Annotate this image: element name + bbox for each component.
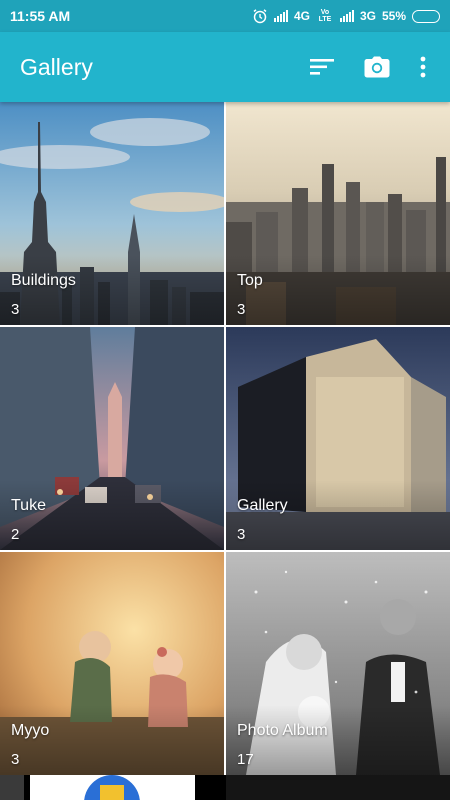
album-tile-myyo[interactable]: Myyo 3 bbox=[0, 552, 224, 775]
album-count: 3 bbox=[11, 301, 20, 318]
page-title: Gallery bbox=[20, 53, 93, 80]
album-name: Myyo bbox=[11, 722, 50, 739]
battery-percent: 55% bbox=[381, 9, 406, 23]
volte-label: Vo LTE bbox=[318, 9, 332, 23]
camera-icon bbox=[364, 56, 390, 78]
battery-icon bbox=[412, 9, 440, 23]
app-bar: Gallery bbox=[0, 32, 450, 102]
tile-scrim bbox=[0, 480, 224, 550]
camera-button[interactable] bbox=[364, 56, 390, 78]
tile-scrim bbox=[0, 255, 224, 325]
album-count: 3 bbox=[237, 301, 246, 318]
tile-scrim bbox=[226, 255, 450, 325]
status-time: 11:55 AM bbox=[10, 8, 71, 24]
album-tile-photo-album[interactable]: Photo Album 17 bbox=[226, 552, 450, 775]
ad-banner[interactable] bbox=[0, 775, 450, 800]
status-bar: 11:55 AM 4G Vo LTE 3G 55% bbox=[0, 0, 450, 32]
album-count: 17 bbox=[237, 751, 254, 768]
signal-icon-2 bbox=[339, 10, 354, 22]
album-name: Gallery bbox=[237, 497, 288, 514]
album-tile-top[interactable]: Top 3 bbox=[226, 102, 450, 325]
album-name: Top bbox=[237, 272, 263, 289]
album-count: 3 bbox=[11, 751, 20, 768]
signal-icon bbox=[273, 10, 288, 22]
album-name: Buildings bbox=[11, 272, 76, 289]
album-name: Photo Album bbox=[237, 722, 328, 739]
album-tile-tuke[interactable]: Tuke 2 bbox=[0, 327, 224, 550]
tile-scrim bbox=[226, 705, 450, 775]
network-type-2: 3G bbox=[359, 9, 376, 23]
status-icons: 4G Vo LTE 3G 55% bbox=[252, 8, 440, 24]
sort-icon bbox=[310, 59, 334, 75]
album-name: Tuke bbox=[11, 497, 46, 514]
tile-scrim bbox=[0, 705, 224, 775]
tile-scrim bbox=[226, 480, 450, 550]
album-tile-buildings[interactable]: Buildings 3 bbox=[0, 102, 224, 325]
more-vert-icon bbox=[420, 56, 426, 78]
ad-banner-graphic bbox=[0, 775, 450, 800]
album-grid: Buildings 3 Top 3 Tuke 2 Gallery 3 Myyo … bbox=[0, 102, 450, 800]
album-count: 2 bbox=[11, 526, 20, 543]
sort-button[interactable] bbox=[310, 57, 334, 77]
network-type-1: 4G bbox=[293, 9, 310, 23]
more-options-button[interactable] bbox=[420, 56, 426, 78]
app-bar-actions bbox=[310, 56, 426, 78]
album-tile-gallery[interactable]: Gallery 3 bbox=[226, 327, 450, 550]
album-count: 3 bbox=[237, 526, 246, 543]
alarm-icon bbox=[253, 9, 267, 24]
